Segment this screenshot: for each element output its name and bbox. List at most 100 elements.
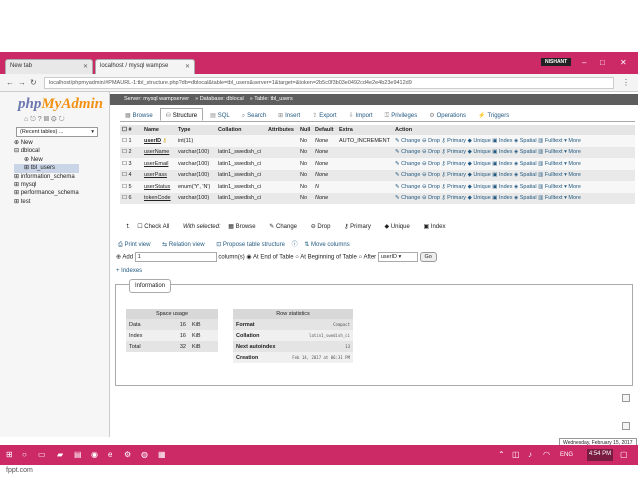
action-change[interactable]: ✎ Change [395,138,422,144]
breadcrumb-database[interactable]: Database: dblocal [200,96,244,102]
action-fulltext[interactable]: ▥ Fulltext [538,195,564,201]
media-icon[interactable]: ◉ [91,450,98,459]
action-index[interactable]: ▣ Index [492,161,514,167]
close-icon[interactable]: ✕ [185,63,190,70]
col-header-name[interactable]: Name [142,125,176,135]
go-button[interactable]: Go [419,252,437,262]
action-primary[interactable]: ⚷ Primary [442,184,468,190]
action-fulltext[interactable]: ▥ Fulltext [538,138,564,144]
console-icon[interactable] [622,394,630,402]
col-name[interactable]: userEmail [142,158,176,170]
app-icon[interactable]: ⚙ [124,450,131,459]
chrome-icon[interactable]: ◍ [141,450,148,459]
add-count-input[interactable]: 1 [134,252,217,262]
col-name[interactable]: userID ⚷ [142,135,176,147]
action-primary[interactable]: ⚷ Primary [442,149,468,155]
action-primary[interactable]: ⚷ Primary [442,172,468,178]
tree-item-tbl-users[interactable]: ⊞ tbl_users [14,164,79,173]
action-unique[interactable]: ◆ Unique [468,184,493,190]
action-index[interactable]: ▣ Index [492,172,514,178]
tab-export[interactable]: ⇪ Export [307,109,341,122]
check-all-checkbox[interactable]: ☐ Check All [137,224,175,230]
notepad-icon[interactable]: ▦ [158,450,166,459]
settings-icon[interactable]: ⚙ [51,116,59,123]
forward-icon[interactable]: → [18,78,26,87]
reload-nav-icon[interactable]: ↻ [59,116,67,123]
action-spatial[interactable]: ◈ Spatial [514,149,538,155]
col-num[interactable]: ☐ 3 [120,158,142,170]
network-icon[interactable]: ◫ [512,450,520,459]
action-spatial[interactable]: ◈ Spatial [514,195,538,201]
language-indicator[interactable]: ENG [560,452,573,458]
radio-end-of-table[interactable]: ◉ At End of Table [246,255,293,261]
back-icon[interactable]: ← [6,78,14,87]
tree-item-dblocal[interactable]: ⊟ dblocal [14,147,79,155]
search-icon[interactable]: ○ [22,450,27,459]
breadcrumb-server[interactable]: Server: mysql wampserver [124,96,189,102]
tab-structure[interactable]: ⛁ Structure [159,108,204,121]
action-more[interactable]: ▾ More [564,195,581,201]
action-change[interactable]: ✎ Change [395,161,422,167]
action-primary[interactable]: ⚷ Primary [442,138,468,144]
tree-item-mysql[interactable]: ⊞ mysql [14,181,79,189]
col-header-null[interactable]: Null [298,125,313,135]
action-fulltext[interactable]: ▥ Fulltext [538,172,564,178]
action-index[interactable]: ▣ Index [492,184,514,190]
action-unique[interactable]: ◆ Unique [468,149,493,155]
console-icon[interactable] [622,422,630,430]
menu-icon[interactable]: ⋮ [622,78,630,87]
action-fulltext[interactable]: ▥ Fulltext [538,184,564,190]
with-selected-drop[interactable]: ⊖ Drop [311,224,337,230]
col-num[interactable]: ☐ 1 [120,135,142,147]
url-input[interactable]: localhost/phpmyadmin/#PMAURL-1:tbl_struc… [44,77,614,89]
windows-start-icon[interactable]: ⊞ [6,450,13,459]
phpmyadmin-logo[interactable]: phpMyAdmin [18,96,103,113]
tab-triggers[interactable]: ⚡ Triggers [473,109,514,122]
col-num[interactable]: ☐ 5 [120,181,142,193]
tab-browse[interactable]: ▦ Browse [120,109,158,122]
action-spatial[interactable]: ◈ Spatial [514,161,538,167]
action-unique[interactable]: ◆ Unique [468,138,493,144]
col-header-extra[interactable]: Extra [337,125,393,135]
col-name[interactable]: userPass [142,169,176,181]
wifi-icon[interactable]: ◠ [543,450,550,459]
col-name[interactable]: userStatus [142,181,176,193]
with-selected-change[interactable]: ✎ Change [269,224,303,230]
tray-up-icon[interactable]: ⌃ [498,450,505,459]
breadcrumb-table[interactable]: Table: tbl_users [254,96,293,102]
col-name[interactable]: tokenCode [142,192,176,204]
with-selected-browse[interactable]: ▦ Browse [228,224,261,230]
move-columns-link[interactable]: ⇅ Move columns [304,242,354,248]
action-more[interactable]: ▾ More [564,138,581,144]
action-drop[interactable]: ⊖ Drop [422,195,442,201]
close-icon[interactable]: ✕ [83,63,88,70]
col-name[interactable]: userName [142,146,176,158]
notifications-icon[interactable]: ▢ [620,450,628,459]
action-index[interactable]: ▣ Index [492,138,514,144]
action-fulltext[interactable]: ▥ Fulltext [538,161,564,167]
with-selected-index[interactable]: ▣ Index [423,224,451,230]
col-header-collation[interactable]: Collation [216,125,266,135]
tree-item-new[interactable]: ⊕ New [14,139,79,147]
action-spatial[interactable]: ◈ Spatial [514,172,538,178]
tab-operations[interactable]: ⚙ Operations [424,109,471,122]
action-change[interactable]: ✎ Change [395,184,422,190]
action-change[interactable]: ✎ Change [395,195,422,201]
action-more[interactable]: ▾ More [564,161,581,167]
after-column-select[interactable]: userID ▾ [377,252,418,262]
close-window-icon[interactable]: ✕ [620,58,627,67]
tree-item-performance-schema[interactable]: ⊞ performance_schema [14,189,79,197]
action-drop[interactable]: ⊖ Drop [422,161,442,167]
minimize-icon[interactable]: – [582,58,586,67]
action-unique[interactable]: ◆ Unique [468,172,493,178]
tree-item-information-schema[interactable]: ⊞ information_schema [14,173,79,181]
action-index[interactable]: ▣ Index [492,195,514,201]
with-selected-unique[interactable]: ◆ Unique [385,224,416,230]
folder-icon[interactable]: ▤ [74,450,82,459]
action-drop[interactable]: ⊖ Drop [422,138,442,144]
col-num[interactable]: ☐ 6 [120,192,142,204]
col-header-attributes[interactable]: Attributes [266,125,298,135]
taskbar-clock[interactable]: 4:54 PM [587,449,613,461]
action-change[interactable]: ✎ Change [395,149,422,155]
action-drop[interactable]: ⊖ Drop [422,184,442,190]
